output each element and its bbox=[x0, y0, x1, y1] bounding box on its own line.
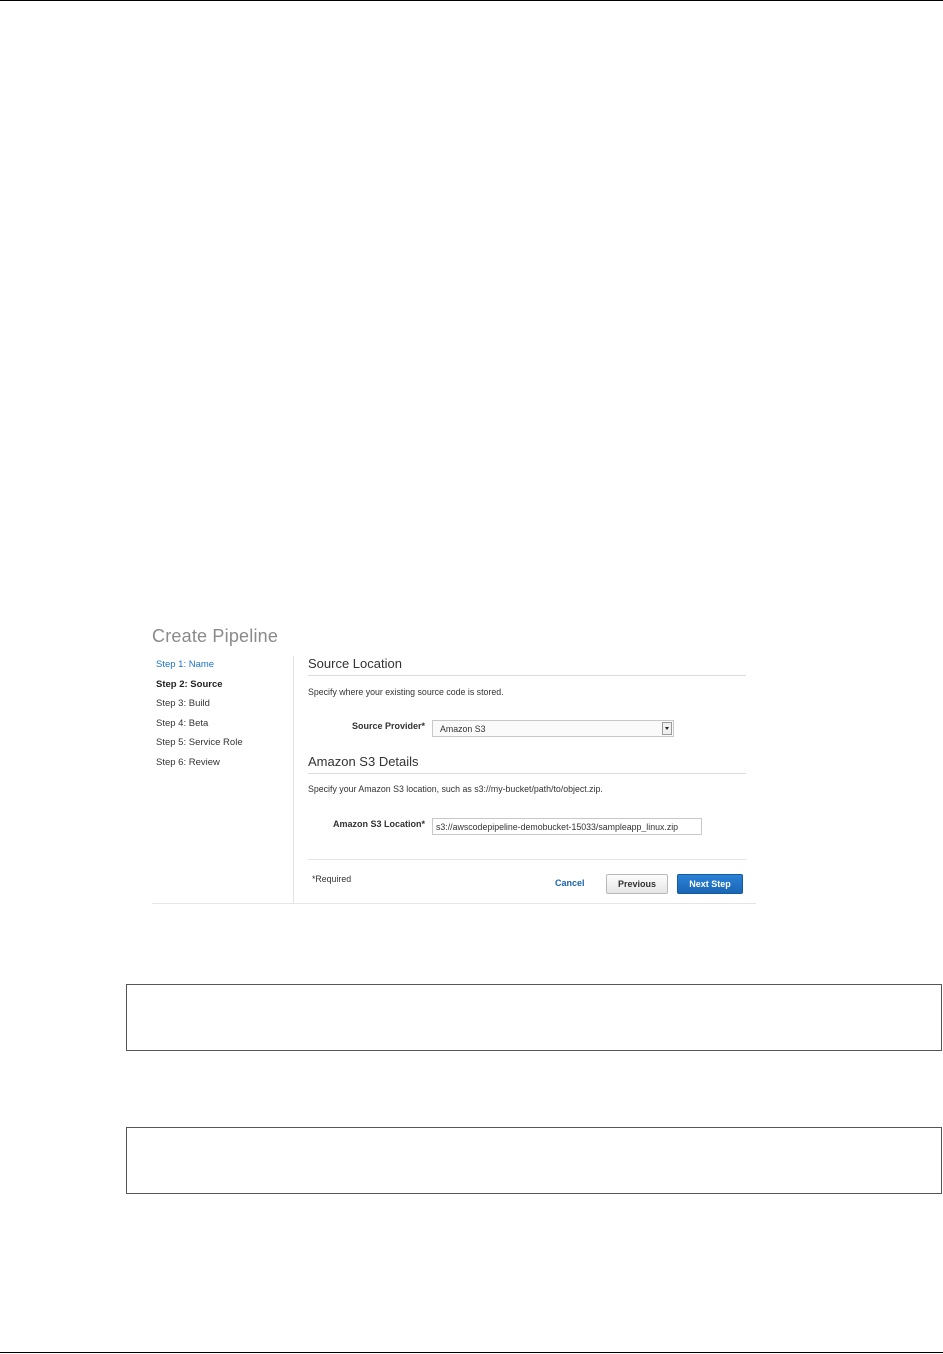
next-step-button[interactable]: Next Step bbox=[677, 874, 743, 894]
required-note: *Required bbox=[312, 874, 352, 884]
step-service-role: Step 5: Service Role bbox=[156, 737, 243, 749]
s3-details-heading: Amazon S3 Details bbox=[308, 754, 419, 769]
code-block-2 bbox=[126, 1127, 942, 1194]
step-review: Step 6: Review bbox=[156, 756, 220, 768]
s3-details-divider bbox=[308, 773, 746, 774]
chevron-down-icon[interactable] bbox=[662, 722, 672, 735]
source-location-description: Specify where your existing source code … bbox=[308, 687, 504, 697]
previous-button[interactable]: Previous bbox=[606, 874, 668, 894]
s3-location-input[interactable] bbox=[432, 818, 702, 835]
s3-details-description: Specify your Amazon S3 location, such as… bbox=[308, 784, 603, 794]
code-block-1 bbox=[126, 984, 942, 1051]
source-location-heading: Source Location bbox=[308, 656, 402, 671]
source-provider-select[interactable]: Amazon S3 bbox=[432, 720, 674, 737]
page-top-rule bbox=[0, 0, 943, 1]
cancel-link[interactable]: Cancel bbox=[555, 878, 585, 888]
step-beta: Step 4: Beta bbox=[156, 717, 209, 729]
footer-divider bbox=[308, 859, 746, 860]
source-provider-value: Amazon S3 bbox=[440, 724, 486, 734]
wizard-main-content: Source Location Specify where your exist… bbox=[308, 656, 746, 902]
panel-bottom-border bbox=[152, 903, 756, 904]
sidebar-divider bbox=[293, 656, 294, 903]
page-title: Create Pipeline bbox=[152, 626, 279, 646]
source-provider-label: Source Provider* bbox=[351, 721, 425, 731]
page-bottom-rule bbox=[0, 1352, 943, 1353]
step-name-link[interactable]: Step 1: Name bbox=[156, 658, 243, 678]
create-pipeline-panel: Create Pipeline Step 1: Name Step 2: Sou… bbox=[152, 620, 758, 906]
step-source-current: Step 2: Source bbox=[156, 678, 223, 690]
wizard-steps-nav: Step 1: Name Step 2: Source Step 3: Buil… bbox=[156, 658, 243, 776]
s3-location-label: Amazon S3 Location* bbox=[332, 819, 425, 829]
source-location-divider bbox=[308, 675, 746, 676]
step-build: Step 3: Build bbox=[156, 698, 210, 710]
